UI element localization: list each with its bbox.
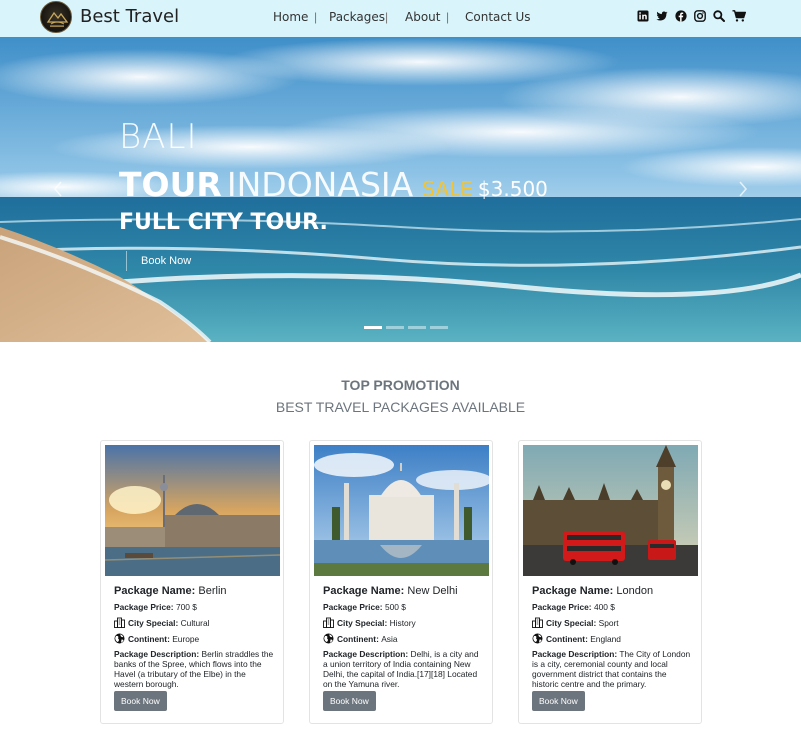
city-buildings-icon — [114, 617, 125, 628]
package-card: Package Name: Berlin Package Price: 700 … — [100, 440, 284, 724]
package-description-label: Package Description: — [323, 649, 409, 659]
hero-destination: INDONASIA — [226, 165, 414, 204]
package-image — [314, 445, 489, 576]
nav-separator: | — [446, 10, 450, 24]
linkedin-icon[interactable] — [637, 10, 649, 22]
hero-destination-line: BALI — [119, 117, 198, 157]
cart-icon[interactable] — [732, 10, 746, 22]
package-name: Berlin — [198, 585, 227, 597]
carousel-prev-icon[interactable] — [51, 180, 65, 198]
continent-label: Continent: — [337, 633, 379, 644]
hero-headline: TOUR INDONASIA SALE $3.500 — [119, 165, 548, 204]
carousel-next-icon[interactable] — [736, 180, 750, 198]
nav-link-packages[interactable]: Packages — [329, 10, 385, 24]
city-special-label: City Special: — [546, 617, 597, 628]
section-subtitle: BEST TRAVEL PACKAGES AVAILABLE — [275, 399, 526, 415]
city-special: Sport — [598, 617, 619, 628]
city-buildings-icon — [323, 617, 334, 628]
package-price: 700 $ — [175, 602, 197, 612]
carousel-indicator[interactable] — [386, 326, 404, 329]
instagram-icon[interactable] — [694, 10, 706, 22]
book-now-button[interactable]: Book Now — [532, 691, 585, 711]
hero-price: $3.500 — [477, 177, 548, 201]
brand-name[interactable]: Best Travel — [80, 6, 179, 27]
package-price: 500 $ — [384, 602, 406, 612]
package-card: Package Name: New Delhi Package Price: 5… — [309, 440, 493, 724]
nav-separator: | — [385, 10, 389, 24]
package-name-label: Package Name: — [114, 585, 196, 597]
section-title: TOP PROMOTION — [341, 377, 460, 393]
book-now-button[interactable]: Book Now — [323, 691, 376, 711]
hero-book-now-button[interactable]: Book Now — [126, 251, 196, 271]
continent: Europe — [172, 633, 200, 644]
package-price: 400 $ — [593, 602, 615, 612]
continent: Asia — [381, 633, 398, 644]
hero-tagline: FULL CITY TOUR. — [119, 210, 328, 235]
package-details: Package Name: New Delhi Package Price: 5… — [323, 584, 483, 689]
globe-icon — [114, 633, 125, 644]
nav-link-contact[interactable]: Contact Us — [465, 10, 531, 24]
nav-link-about[interactable]: About — [405, 10, 440, 24]
globe-icon — [532, 633, 543, 644]
nav-separator: | — [314, 10, 318, 24]
package-price-label: Package Price: — [114, 602, 174, 612]
continent: England — [590, 633, 621, 644]
globe-icon — [323, 633, 334, 644]
book-now-button[interactable]: Book Now — [114, 691, 167, 711]
package-description-label: Package Description: — [532, 649, 618, 659]
continent-label: Continent: — [546, 633, 588, 644]
package-name-label: Package Name: — [532, 585, 614, 597]
package-name: New Delhi — [407, 585, 458, 597]
brand-logo[interactable] — [40, 1, 72, 33]
package-details: Package Name: Berlin Package Price: 700 … — [114, 584, 274, 689]
city-buildings-icon — [532, 617, 543, 628]
hero-tour-word: TOUR — [119, 165, 222, 204]
nav-link-home[interactable]: Home — [273, 10, 308, 24]
package-price-label: Package Price: — [532, 602, 592, 612]
sale-label: SALE — [422, 177, 473, 201]
city-special-label: City Special: — [337, 617, 388, 628]
search-icon[interactable] — [713, 10, 725, 22]
carousel-indicator[interactable] — [430, 326, 448, 329]
carousel-indicator[interactable] — [364, 326, 382, 329]
package-details: Package Name: London Package Price: 400 … — [532, 584, 692, 689]
twitter-icon[interactable] — [656, 10, 668, 22]
city-special: History — [389, 617, 416, 628]
package-name-label: Package Name: — [323, 585, 405, 597]
package-image — [523, 445, 698, 576]
continent-label: Continent: — [128, 633, 170, 644]
city-special-label: City Special: — [128, 617, 179, 628]
package-image — [105, 445, 280, 576]
package-name: London — [616, 585, 654, 597]
package-description-label: Package Description: — [114, 649, 200, 659]
hero-carousel: BALI TOUR INDONASIA SALE $3.500 FULL CIT… — [0, 37, 801, 342]
package-price-label: Package Price: — [323, 602, 383, 612]
city-special: Cultural — [180, 617, 210, 628]
navbar: Best Travel Home | Packages | About | Co… — [0, 0, 801, 37]
carousel-indicator[interactable] — [408, 326, 426, 329]
facebook-icon[interactable] — [675, 10, 687, 22]
package-card: Package Name: London Package Price: 400 … — [518, 440, 702, 724]
